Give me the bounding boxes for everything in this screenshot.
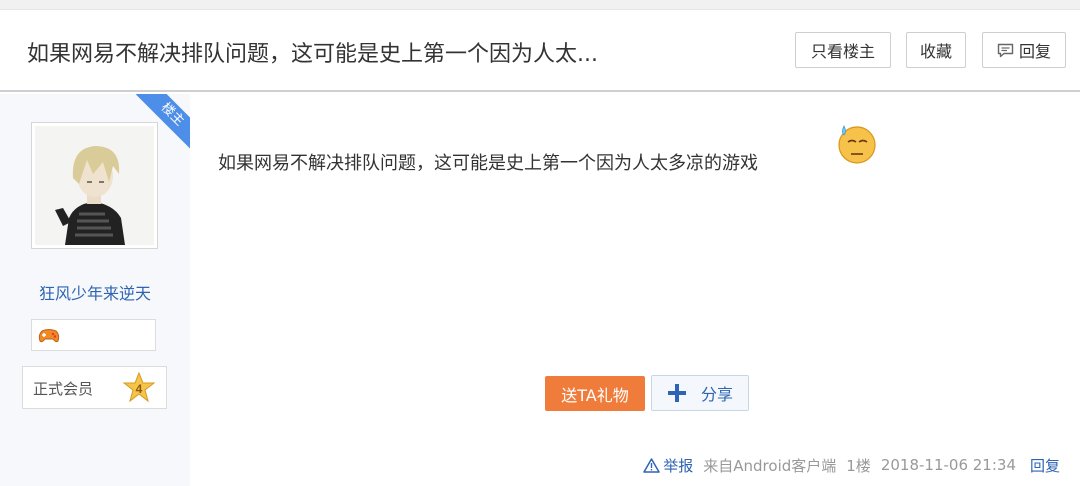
post-timestamp: 2018-11-06 21:34 — [880, 456, 1016, 474]
reply-button-label: 回复 — [1018, 42, 1051, 61]
favorite-button[interactable]: 收藏 — [906, 32, 966, 68]
only-author-button[interactable]: 只看楼主 — [795, 32, 891, 68]
post-source: 来自Android客户端 — [703, 456, 837, 475]
reply-button[interactable]: 回复 — [982, 32, 1066, 68]
warning-triangle-icon — [643, 457, 660, 473]
member-label: 正式会员 — [33, 380, 94, 398]
author-sidebar: 楼主 狂风少年来逆天 正式会员 4 — [0, 94, 190, 486]
star-badge-icon: 4 — [122, 371, 156, 403]
honor-icon-box — [31, 319, 156, 351]
plus-cross-icon — [667, 384, 686, 402]
share-button[interactable]: 分享 — [651, 375, 749, 411]
post-footer: 举报 来自Android客户端 1楼 2018-11-06 21:34 回复 — [643, 454, 1060, 476]
avatar[interactable] — [31, 122, 158, 249]
post-content: 如果网易不解决排队问题，这可能是史上第一个因为人太多凉的游戏 — [218, 153, 758, 174]
username-link[interactable]: 狂风少年来逆天 — [0, 280, 190, 304]
footer-reply-link[interactable]: 回复 — [1030, 455, 1060, 476]
floor-number: 1楼 — [846, 456, 871, 475]
top-strip — [0, 0, 1080, 10]
member-level-number: 4 — [136, 382, 143, 396]
thread-header: 如果网易不解决排队问题，这可能是史上第一个因为人太... 只看楼主 收藏 回复 — [0, 10, 1080, 92]
report-label: 举报 — [663, 456, 694, 475]
report-link[interactable]: 举报 — [643, 455, 693, 476]
member-level-box: 正式会员 4 — [22, 366, 167, 409]
send-gift-button[interactable]: 送TA礼物 — [545, 376, 645, 411]
thread-title: 如果网易不解决排队问题，这可能是史上第一个因为人太... — [27, 42, 598, 67]
avatar-image — [35, 126, 154, 245]
share-label: 分享 — [700, 385, 733, 404]
speech-bubble-icon — [997, 43, 1014, 57]
gamepad-icon[interactable] — [38, 326, 60, 344]
sweat-face-icon — [838, 125, 876, 164]
